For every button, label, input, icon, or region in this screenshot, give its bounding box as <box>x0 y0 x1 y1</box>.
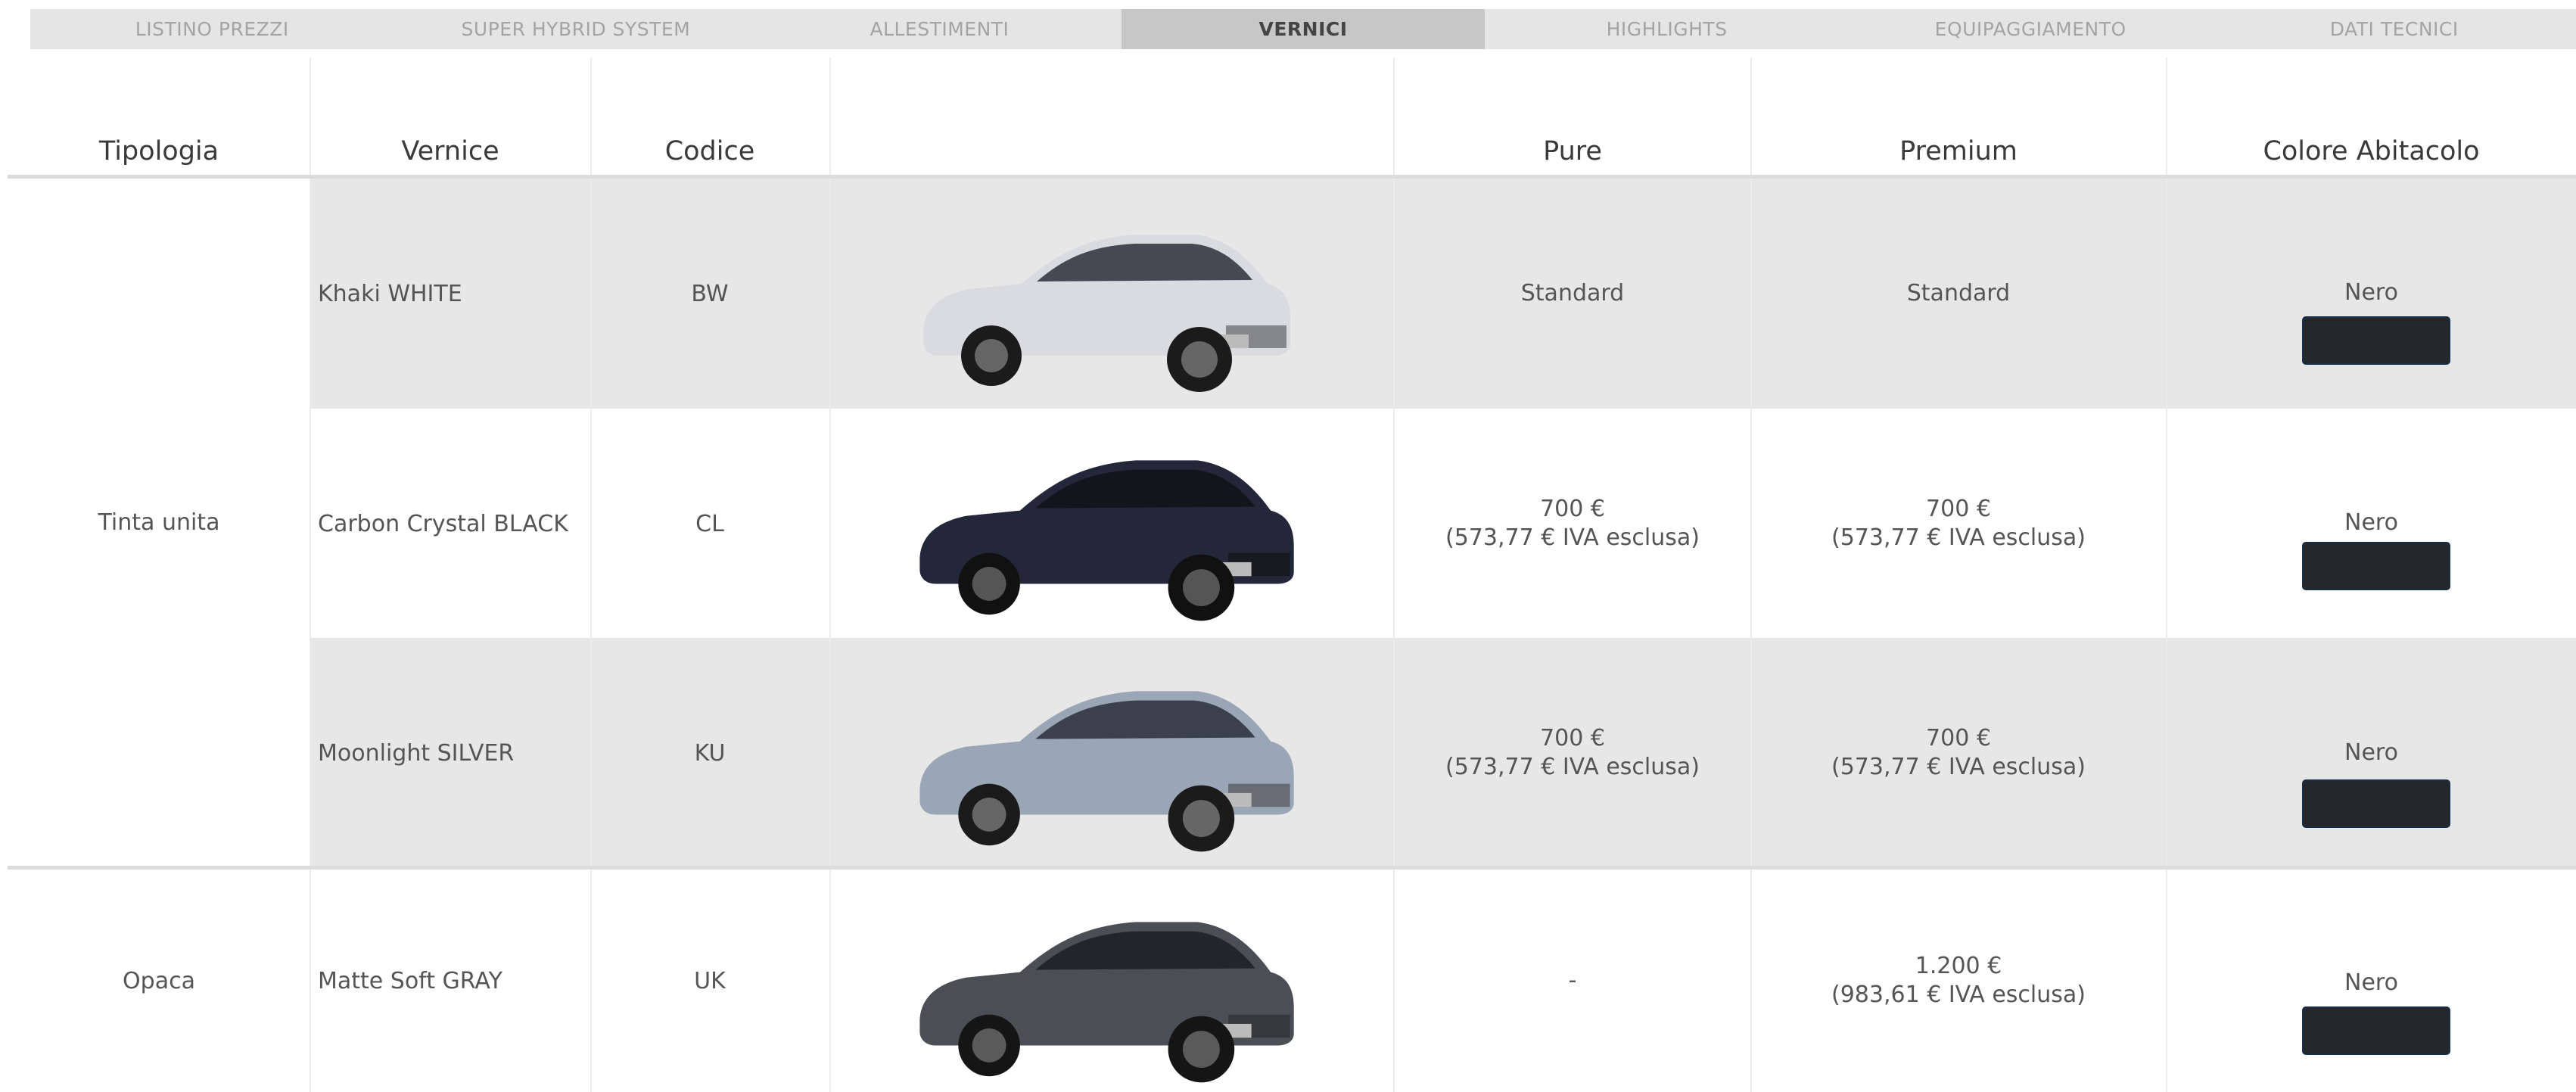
vernice-code: BW <box>691 280 729 307</box>
interior-color-swatch <box>2302 779 2450 828</box>
header-premium: Premium <box>1899 136 2018 166</box>
price-pure: 700 € (573,77 € IVA esclusa) <box>1394 409 1751 639</box>
vernice-name: Khaki WHITE <box>318 280 462 307</box>
price-premium-note: (573,77 € IVA esclusa) <box>1831 754 2086 780</box>
price-premium-value: 700 € <box>1926 725 1991 751</box>
vernice-name: Moonlight SILVER <box>318 739 515 767</box>
price-pure-value: 700 € <box>1540 496 1605 522</box>
tab-listino-prezzi[interactable]: LISTINO PREZZI <box>30 9 394 49</box>
interior-color-label: Nero <box>2344 739 2398 766</box>
price-pure: 700 € (573,77 € IVA esclusa) <box>1394 638 1751 868</box>
price-pure-note: (573,77 € IVA esclusa) <box>1445 524 1700 551</box>
vernice-code: UK <box>694 967 726 994</box>
interior-color-swatch <box>2302 1006 2450 1055</box>
interior-color-label: Nero <box>2344 509 2398 536</box>
tab-super-hybrid-system[interactable]: SUPER HYBRID SYSTEM <box>394 9 758 49</box>
vernice-name: Carbon Crystal BLACK <box>318 510 568 537</box>
interior-color-label: Nero <box>2344 278 2398 306</box>
tab-highlights[interactable]: HIGHLIGHTS <box>1485 9 1849 49</box>
price-premium: 700 € (573,77 € IVA esclusa) <box>1751 409 2166 639</box>
price-premium-value: 700 € <box>1926 496 1991 522</box>
header-tipologia: Tipologia <box>98 136 219 166</box>
header-vernice: Vernice <box>401 136 499 166</box>
header-colore-abitacolo: Colore Abitacolo <box>2263 136 2480 166</box>
car-image-moonlight-silver <box>919 691 1294 852</box>
car-image-matte-soft-gray <box>919 922 1294 1083</box>
car-image-carbon-crystal-black <box>919 460 1294 621</box>
column-divider <box>2166 58 2167 1092</box>
header-codice: Codice <box>664 136 755 166</box>
header-pure: Pure <box>1543 136 1602 166</box>
tab-allestimenti[interactable]: ALLESTIMENTI <box>758 9 1122 49</box>
vernice-name: Matte Soft GRAY <box>318 967 502 994</box>
vernice-code: CL <box>695 510 724 537</box>
column-divider <box>829 58 831 1092</box>
price-pure: Standard <box>1394 179 1751 409</box>
tab-equipaggiamento[interactable]: EQUIPAGGIAMENTO <box>1849 9 2213 49</box>
price-premium-note: (983,61 € IVA esclusa) <box>1831 982 2086 1008</box>
tab-dati-tecnici[interactable]: DATI TECNICI <box>2212 9 2576 49</box>
interior-color-swatch <box>2302 542 2450 590</box>
price-pure-note: (573,77 € IVA esclusa) <box>1445 754 1700 780</box>
vernice-code: KU <box>694 739 726 767</box>
price-premium: Standard <box>1751 179 2166 409</box>
tab-vernici[interactable]: VERNICI <box>1121 9 1486 49</box>
price-pure-value: - <box>1568 967 1577 994</box>
price-premium: 1.200 € (983,61 € IVA esclusa) <box>1751 870 2166 1092</box>
section-tabs: LISTINO PREZZI SUPER HYBRID SYSTEM ALLES… <box>30 9 2576 49</box>
group-label-tinta-unita: Tinta unita <box>98 509 220 536</box>
car-image-khaki-white <box>923 235 1290 392</box>
price-premium-value: Standard <box>1906 280 2011 306</box>
group-label-opaca: Opaca <box>123 967 195 994</box>
interior-color-label: Nero <box>2344 969 2398 996</box>
price-premium-note: (573,77 € IVA esclusa) <box>1831 524 2086 551</box>
price-pure-value: Standard <box>1520 280 1625 306</box>
price-premium-value: 1.200 € <box>1915 953 2002 979</box>
price-pure-value: 700 € <box>1540 725 1605 751</box>
interior-color-swatch <box>2302 316 2450 365</box>
price-pure: - <box>1394 870 1751 1092</box>
price-premium: 700 € (573,77 € IVA esclusa) <box>1751 638 2166 868</box>
